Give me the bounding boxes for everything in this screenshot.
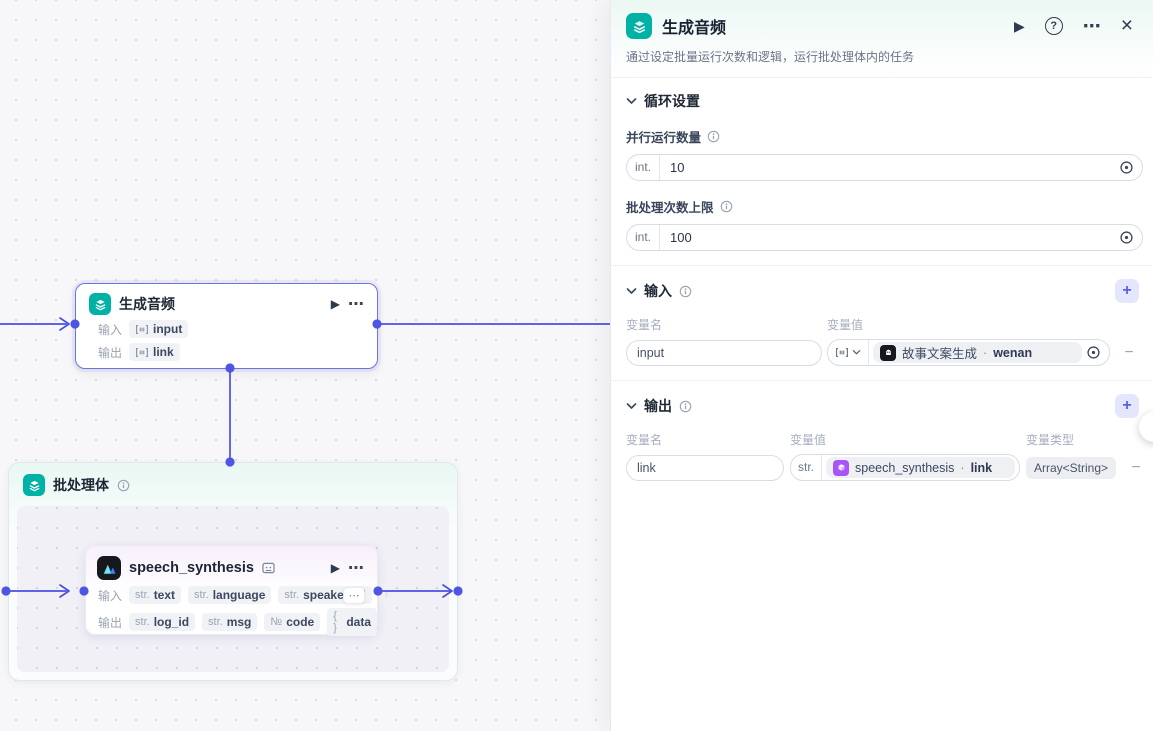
speech-synthesis-node[interactable]: speech_synthesis ▶ ⋯ 输入 str.text str.lan… <box>85 545 378 635</box>
batch-limit-input[interactable] <box>660 230 1119 245</box>
parallel-count-field: int. <box>626 154 1143 181</box>
col-variable-value: 变量值 <box>827 316 1110 333</box>
panel-subtitle: 通过设定批量运行次数和逻辑，运行批处理体内的任务 <box>626 48 1143 65</box>
speech-input-row: 输入 str.text str.language str.speaker_id … <box>98 586 377 604</box>
speech-output-row: 输出 str.log_id str.msg №code { }data <box>98 608 377 636</box>
more-params-button[interactable]: ⋯ <box>343 587 365 604</box>
chevron-down-icon[interactable] <box>626 287 637 295</box>
chevron-down-icon[interactable] <box>626 402 637 410</box>
array-type-icon <box>135 324 149 335</box>
parallel-count-label: 并行运行数量 <box>626 127 1143 146</box>
audio-node-title: 生成音频 <box>119 294 175 314</box>
run-button[interactable]: ▶ <box>1014 18 1025 35</box>
info-icon <box>720 200 733 213</box>
loop-settings-section: 循环设置 并行运行数量 int. 批处理次数上限 int. <box>611 78 1153 266</box>
remove-input-button[interactable]: − <box>1115 344 1143 362</box>
audio-input-row: 输入 input <box>98 320 377 338</box>
param-tag: str.language <box>188 586 271 604</box>
target-icon[interactable] <box>1119 160 1134 175</box>
more-button[interactable]: ⋯ <box>1083 16 1101 37</box>
chevron-down-icon[interactable] <box>626 97 637 105</box>
output-variable-row: str. speech_synthesis·link Array<String>… <box>626 454 1143 481</box>
info-icon <box>679 285 692 298</box>
row-label: 输出 <box>98 344 122 361</box>
col-variable-name: 变量名 <box>626 431 784 448</box>
help-button[interactable]: ? <box>1045 17 1063 35</box>
type-select[interactable] <box>828 340 869 365</box>
batch-limit-label: 批处理次数上限 <box>626 197 1143 216</box>
variable-type-tag: Array<String> <box>1026 457 1116 479</box>
remove-output-button[interactable]: − <box>1122 459 1150 477</box>
col-variable-value: 变量值 <box>790 431 1020 448</box>
info-icon <box>117 479 130 492</box>
col-variable-type: 变量类型 <box>1026 431 1109 448</box>
str-type-prefix: str. <box>791 455 822 480</box>
input-section-title: 输入 <box>644 281 672 301</box>
llm-node-ref-icon <box>880 345 896 361</box>
param-tag: str.msg <box>202 613 257 631</box>
int-type-prefix: int. <box>627 225 660 250</box>
close-button[interactable]: × <box>1121 17 1133 35</box>
plugin-ref-icon <box>833 460 849 476</box>
panel-app-icon <box>626 13 652 39</box>
target-icon[interactable] <box>1086 345 1101 360</box>
panel-header: 生成音频 ▶ ? ⋯ × 通过设定批量运行次数和逻辑，运行批处理体内的任务 <box>611 0 1153 78</box>
panel-title: 生成音频 <box>662 14 726 38</box>
node-run-button[interactable]: ▶ <box>331 297 340 311</box>
output-section: 输出 + 变量名 变量值 变量类型 str. speech_synthesis·… <box>611 381 1153 495</box>
batch-limit-field: int. <box>626 224 1143 251</box>
row-label: 输入 <box>98 587 122 604</box>
batch-header: 批处理体 <box>9 463 457 496</box>
variable-value-picker: 故事文案生成·wenan <box>827 339 1110 366</box>
info-icon <box>679 400 692 413</box>
speech-node-icon <box>97 556 121 580</box>
reference-token[interactable]: speech_synthesis·link <box>826 457 1015 478</box>
audio-node-icon <box>89 293 111 315</box>
plugin-badge-icon <box>262 562 275 574</box>
param-tag: { }data <box>327 608 377 636</box>
node-config-panel: 生成音频 ▶ ? ⋯ × 通过设定批量运行次数和逻辑，运行批处理体内的任务 循环… <box>610 0 1153 731</box>
variable-name-input[interactable] <box>626 455 784 481</box>
node-run-button[interactable]: ▶ <box>331 561 340 575</box>
row-label: 输入 <box>98 321 122 338</box>
batch-title: 批处理体 <box>53 475 109 495</box>
param-tag: link <box>129 343 180 361</box>
add-output-button[interactable]: + <box>1115 394 1139 418</box>
audio-output-row: 输出 link <box>98 343 377 361</box>
output-section-title: 输出 <box>644 396 672 416</box>
array-type-icon <box>835 347 849 358</box>
variable-value-picker: str. speech_synthesis·link <box>790 454 1020 481</box>
param-tag: str.log_id <box>129 613 195 631</box>
row-label: 输出 <box>98 614 122 631</box>
array-type-icon <box>135 347 149 358</box>
add-input-button[interactable]: + <box>1115 279 1139 303</box>
parallel-count-input[interactable] <box>660 160 1119 175</box>
chevron-down-icon <box>852 349 861 356</box>
batch-icon <box>23 474 45 496</box>
node-more-button[interactable]: ⋯ <box>348 558 365 578</box>
generate-audio-node[interactable]: 生成音频 ▶ ⋯ 输入 input 输出 link <box>75 283 378 369</box>
speech-node-title: speech_synthesis <box>129 560 254 576</box>
reference-token[interactable]: 故事文案生成·wenan <box>873 342 1082 363</box>
param-tag: str.text <box>129 586 181 604</box>
param-tag-truncated: №sp <box>379 586 391 604</box>
col-variable-name: 变量名 <box>626 316 822 333</box>
input-variable-row: 故事文案生成·wenan − <box>626 339 1143 366</box>
input-section: 输入 + 变量名 变量值 故事文案生成·wena <box>611 266 1153 381</box>
param-tag: №code <box>264 613 320 631</box>
loop-settings-title: 循环设置 <box>644 91 700 111</box>
variable-name-input[interactable] <box>626 340 822 366</box>
target-icon[interactable] <box>1119 230 1134 245</box>
int-type-prefix: int. <box>627 155 660 180</box>
param-tag: input <box>129 320 188 338</box>
node-more-button[interactable]: ⋯ <box>348 294 365 314</box>
info-icon <box>707 130 720 143</box>
